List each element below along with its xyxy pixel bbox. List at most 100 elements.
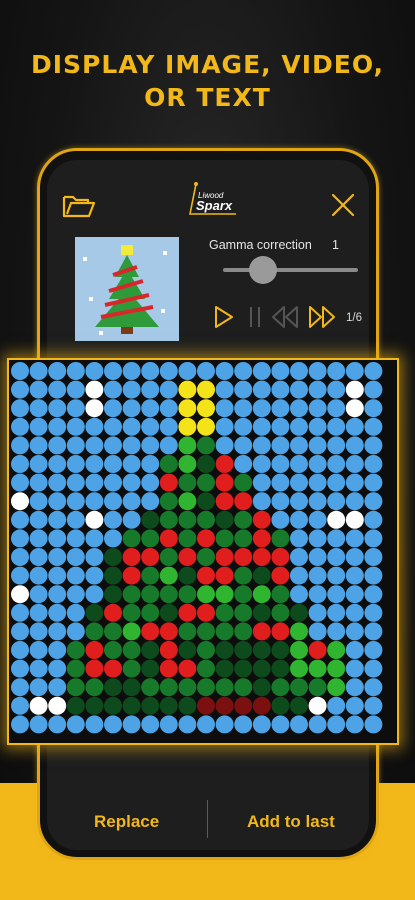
led-pixel: [122, 529, 141, 548]
led-pixel: [159, 492, 178, 511]
add-to-last-button[interactable]: Add to last: [247, 812, 335, 832]
led-pixel: [48, 548, 67, 566]
led-pixel: [85, 417, 104, 436]
led-pixel: [85, 399, 104, 418]
led-pixel: [234, 455, 253, 473]
led-pixel: [122, 436, 141, 455]
led-pixel: [345, 380, 364, 399]
led-pixel: [159, 529, 178, 548]
led-pixel: [234, 548, 253, 566]
led-pixel: [197, 566, 215, 585]
led-pixel: [104, 715, 122, 734]
headline-line-2: OR TEXT: [144, 83, 271, 112]
led-pixel: [327, 492, 346, 511]
led-pixel: [271, 641, 290, 659]
led-pixel: [364, 585, 383, 604]
led-pixel: [271, 548, 290, 566]
led-pixel: [215, 659, 234, 678]
led-pixel: [271, 399, 290, 418]
led-pixel: [178, 455, 197, 473]
led-pixel: [364, 659, 383, 678]
led-pixel: [66, 436, 85, 455]
led-pixel: [85, 436, 104, 455]
led-pixel: [141, 641, 160, 659]
led-pixel: [85, 641, 104, 659]
led-pixel: [122, 622, 141, 641]
fast-forward-icon[interactable]: [307, 305, 337, 329]
led-pixel: [11, 492, 29, 511]
led-pixel: [308, 678, 327, 697]
led-pixel: [290, 548, 308, 566]
led-pixel: [29, 715, 48, 734]
led-pixel: [104, 548, 122, 566]
pause-icon[interactable]: [247, 305, 263, 329]
led-pixel: [252, 566, 271, 585]
led-pixel: [197, 585, 215, 604]
gamma-slider-track[interactable]: [223, 268, 358, 272]
led-pixel: [85, 510, 104, 529]
led-pixel: [178, 641, 197, 659]
gamma-slider-thumb[interactable]: [248, 256, 277, 284]
led-pixel: [178, 622, 197, 641]
led-pixel: [178, 566, 197, 585]
led-pixel: [104, 696, 122, 715]
led-pixel: [327, 417, 346, 436]
led-pixel: [48, 566, 67, 585]
image-thumbnail[interactable]: [75, 237, 179, 341]
led-pixel: [327, 362, 346, 380]
led-pixel: [159, 473, 178, 492]
led-pixel: [197, 455, 215, 473]
led-pixel: [290, 492, 308, 511]
play-icon[interactable]: [213, 305, 235, 329]
rewind-icon[interactable]: [270, 305, 300, 329]
led-pixel: [122, 417, 141, 436]
led-pixel: [215, 641, 234, 659]
led-pixel: [215, 455, 234, 473]
led-pixel: [290, 529, 308, 548]
led-pixel: [364, 566, 383, 585]
led-pixel: [197, 473, 215, 492]
led-pixel: [122, 455, 141, 473]
led-pixel: [141, 473, 160, 492]
led-pixel: [29, 399, 48, 418]
led-pixel: [234, 417, 253, 436]
led-pixel: [29, 585, 48, 604]
led-pixel: [234, 715, 253, 734]
led-pixel: [122, 715, 141, 734]
led-pixel: [290, 566, 308, 585]
led-pixel: [104, 510, 122, 529]
led-pixel: [11, 510, 29, 529]
led-pixel: [345, 455, 364, 473]
led-pixel: [66, 603, 85, 622]
led-pixel: [141, 362, 160, 380]
action-divider: [207, 800, 208, 838]
led-pixel: [66, 529, 85, 548]
gamma-label: Gamma correction: [209, 238, 312, 252]
headline: DISPLAY IMAGE, VIDEO, OR TEXT: [0, 48, 415, 114]
led-pixel: [29, 362, 48, 380]
replace-button[interactable]: Replace: [94, 812, 159, 832]
led-pixel: [11, 566, 29, 585]
led-pixel: [122, 585, 141, 604]
led-pixel: [11, 529, 29, 548]
led-pixel: [327, 510, 346, 529]
led-pixel: [252, 436, 271, 455]
close-icon[interactable]: [331, 193, 355, 217]
led-pixel: [159, 455, 178, 473]
folder-open-icon[interactable]: [62, 192, 96, 220]
led-pixel: [178, 436, 197, 455]
led-pixel: [29, 641, 48, 659]
led-pixel: [290, 715, 308, 734]
led-pixel: [364, 622, 383, 641]
led-pixel: [308, 659, 327, 678]
led-matrix: [11, 362, 383, 734]
led-pixel: [85, 715, 104, 734]
led-pixel: [308, 603, 327, 622]
led-pixel: [271, 678, 290, 697]
led-pixel: [85, 622, 104, 641]
led-pixel: [308, 622, 327, 641]
led-pixel: [271, 436, 290, 455]
led-pixel: [345, 399, 364, 418]
led-pixel: [197, 529, 215, 548]
led-pixel: [271, 510, 290, 529]
